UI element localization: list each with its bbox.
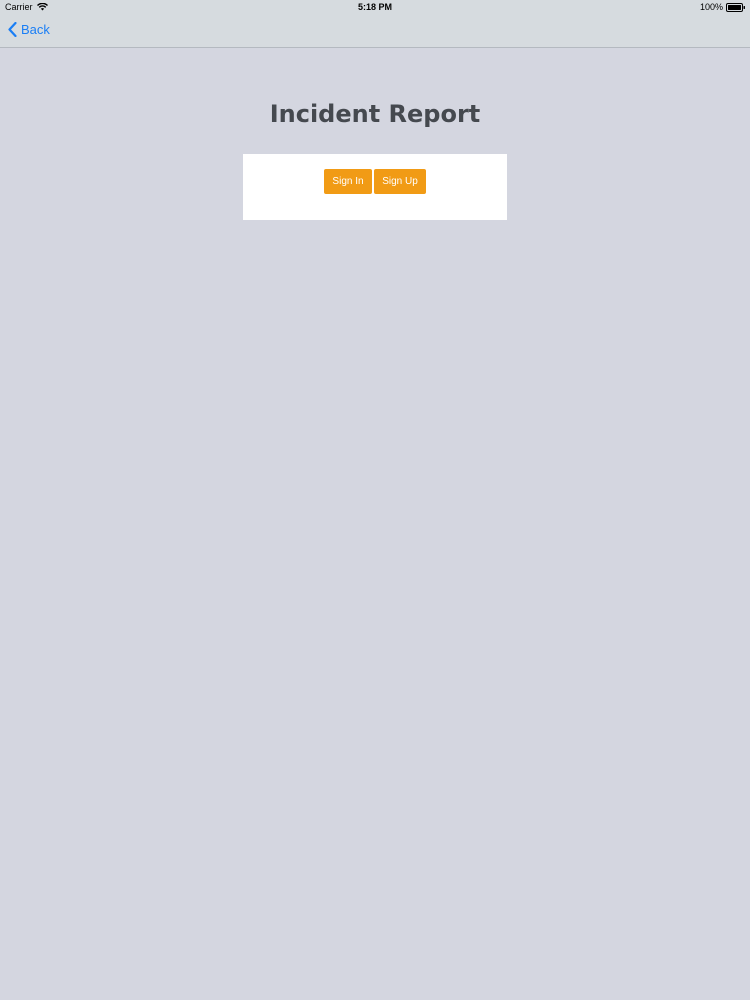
- auth-button-group: Sign In Sign Up: [243, 169, 507, 194]
- status-bar: Carrier 5:18 PM 100%: [0, 0, 750, 16]
- back-button[interactable]: Back: [8, 22, 50, 37]
- navigation-bar: Back: [0, 16, 750, 48]
- sign-up-button[interactable]: Sign Up: [374, 169, 426, 194]
- sign-in-button[interactable]: Sign In: [324, 169, 372, 194]
- status-time: 5:18 PM: [357, 2, 392, 12]
- battery-icon: [726, 2, 746, 12]
- page-title: Incident Report: [269, 100, 481, 128]
- status-right: 100%: [700, 2, 746, 12]
- chevron-left-icon: [8, 22, 17, 37]
- back-label: Back: [21, 22, 50, 37]
- auth-panel: Sign In Sign Up: [243, 154, 507, 220]
- battery-percent: 100%: [699, 2, 723, 12]
